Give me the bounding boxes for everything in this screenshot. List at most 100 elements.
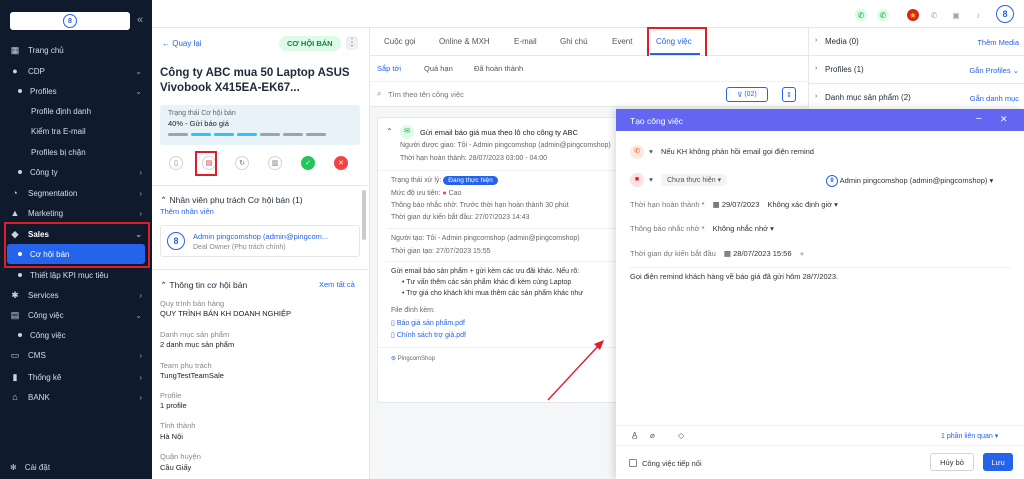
history-icon[interactable]: ↻ bbox=[235, 156, 249, 170]
sidebar-item-home[interactable]: ▦ Trang chủ bbox=[0, 41, 152, 59]
gear-icon: ✻ bbox=[10, 462, 17, 472]
minimize-icon[interactable]: – bbox=[976, 113, 982, 124]
subtab-upcoming[interactable]: Sắp tới bbox=[377, 64, 401, 73]
field-value: Hà Nội bbox=[160, 432, 183, 441]
chevron-right-icon: › bbox=[139, 392, 142, 402]
add-media-link[interactable]: Thêm Media bbox=[977, 38, 1019, 47]
sidebar-item-cdp[interactable]: ● CDP ⌄ bbox=[0, 62, 152, 80]
phone-task-icon[interactable]: ✆ bbox=[630, 145, 644, 159]
owner-name[interactable]: Admin pingcomshop (admin@pingcom... bbox=[193, 232, 328, 241]
sidebar-item-profile-identified[interactable]: Profile định danh bbox=[0, 102, 152, 120]
field-label: Danh mục sản phẩm bbox=[160, 330, 230, 339]
tab-email[interactable]: E-mail bbox=[514, 37, 537, 46]
close-icon[interactable]: ✕ bbox=[1000, 114, 1008, 125]
logo[interactable]: 8 bbox=[10, 12, 130, 30]
more-options-icon[interactable]: ⋮ bbox=[346, 36, 358, 50]
chevron-right-icon: › bbox=[139, 188, 142, 198]
sidebar-item-tasks[interactable]: ▤ Công việc ⌄ bbox=[0, 306, 152, 324]
sidebar-item-marketing[interactable]: ▲ Marketing › bbox=[0, 204, 152, 222]
copy-icon[interactable]: ▯ bbox=[169, 156, 183, 170]
task-search-input[interactable] bbox=[388, 87, 588, 101]
divider bbox=[616, 425, 1024, 426]
view-all-link[interactable]: Xem tất cả bbox=[319, 280, 355, 289]
tag-icon[interactable]: ◇ bbox=[678, 431, 684, 440]
print-icon[interactable]: ▥ bbox=[268, 156, 282, 170]
deadline-date-input[interactable]: 29/07/2023 bbox=[722, 200, 760, 209]
sidebar-item-cms[interactable]: ▭ CMS › bbox=[0, 346, 152, 364]
follow-up-checkbox[interactable] bbox=[629, 459, 637, 467]
deadline-time-select[interactable]: Không xác định giờ ▾ bbox=[768, 200, 838, 209]
sidebar-item-company[interactable]: Công ty › bbox=[0, 163, 152, 181]
save-button[interactable]: Lưu bbox=[983, 453, 1013, 471]
divider bbox=[152, 269, 369, 270]
attach-category-link[interactable]: Gắn danh mục bbox=[970, 94, 1019, 103]
services-icon: ✱ bbox=[11, 289, 19, 300]
add-owner-link[interactable]: Thêm nhân viên bbox=[160, 207, 214, 216]
reminder-row: Thông báo nhắc nhở * Không nhắc nhở ▾ bbox=[630, 224, 774, 233]
sidebar-item-profiles[interactable]: Profiles ⌄ bbox=[0, 82, 152, 100]
bell-icon[interactable]: ♪ bbox=[972, 9, 984, 21]
status-select[interactable]: Chưa thực hiện ▾ bbox=[660, 173, 728, 186]
related-select[interactable]: 1 phần liên quan ▾ bbox=[941, 432, 998, 440]
task-content-editor[interactable]: Gọi điện remind khách hàng về báo giá đã… bbox=[630, 272, 838, 281]
sort-icon[interactable]: ⇕ bbox=[782, 87, 796, 102]
sidebar-item-blocked-profiles[interactable]: Profiles bị chặn bbox=[0, 143, 152, 161]
lose-icon[interactable]: ✕ bbox=[334, 156, 348, 170]
attachment-file[interactable]: ▯ Báo giá sản phẩm.pdf bbox=[391, 319, 465, 327]
sidebar-item-check-email[interactable]: Kiểm tra E-mail bbox=[0, 122, 152, 140]
task-title[interactable]: Gửi email báo giá mua theo lô cho công t… bbox=[420, 128, 578, 137]
info-section-header[interactable]: ⌃ Thông tin cơ hội bán bbox=[160, 280, 247, 291]
chat-icon[interactable]: ▣ bbox=[950, 9, 962, 21]
text-format-icon[interactable]: A̲ bbox=[632, 431, 637, 440]
chevron-down-icon[interactable]: ▾ bbox=[649, 175, 653, 184]
status-value: 40% - Gửi báo giá bbox=[168, 119, 229, 128]
user-avatar[interactable]: 8 bbox=[996, 5, 1014, 23]
flag-vietnam-icon[interactable]: ★ bbox=[907, 9, 919, 21]
product-category-row[interactable]: › Danh mục sản phẩm (2) Gắn danh mục bbox=[809, 84, 1024, 112]
bullet-icon bbox=[18, 273, 22, 277]
media-row[interactable]: › Media (0) Thêm Media bbox=[809, 28, 1024, 56]
profiles-row[interactable]: › Profiles (1) Gắn Profiles ⌄ bbox=[809, 56, 1024, 84]
call-incoming-icon[interactable]: ✆ bbox=[855, 9, 867, 21]
clear-icon[interactable]: ● bbox=[800, 249, 805, 258]
start-time-input[interactable]: 28/07/2023 15:56 bbox=[733, 249, 791, 258]
detail-scrollbar[interactable] bbox=[362, 190, 366, 240]
stage-segment bbox=[283, 133, 303, 136]
attachment-file[interactable]: ▯ Chính sách trợ giá.pdf bbox=[391, 331, 466, 339]
back-link[interactable]: ← Quay lại bbox=[162, 39, 202, 48]
subtab-overdue[interactable]: Quá hạn bbox=[424, 64, 453, 73]
stage-progress-bar bbox=[168, 133, 352, 136]
attach-icon[interactable]: ⌀ bbox=[650, 431, 655, 440]
win-icon[interactable]: ✓ bbox=[301, 156, 315, 170]
sidebar-item-statistics[interactable]: ▮ Thống kê › bbox=[0, 368, 152, 386]
call-outgoing-icon[interactable]: ✆ bbox=[877, 9, 889, 21]
attach-profiles-link[interactable]: Gắn Profiles ⌄ bbox=[969, 66, 1019, 75]
search-icon: ⌕ bbox=[377, 89, 382, 98]
settings-item[interactable]: ✻ Cài đặt bbox=[0, 458, 152, 476]
sidebar-item-kpi[interactable]: Thiết lập KPI mục tiêu bbox=[0, 266, 152, 284]
phone-icon[interactable]: ✆ bbox=[928, 9, 940, 21]
assignee-select[interactable]: 8 Admin pingcomshop (admin@pingcomshop) … bbox=[826, 175, 993, 187]
create-task-modal: Tạo công việc – ✕ ✆ ▾ Nếu KH không phản … bbox=[616, 109, 1024, 479]
tab-online-social[interactable]: Online & MXH bbox=[439, 37, 490, 46]
collapse-icon[interactable]: ⌃ bbox=[386, 127, 393, 136]
priority-flag-icon[interactable]: ■ bbox=[630, 173, 644, 187]
status-badge: Đang thực hiện bbox=[443, 176, 498, 185]
reminder-select[interactable]: Không nhắc nhở ▾ bbox=[713, 224, 774, 233]
tab-calls[interactable]: Cuộc gọi bbox=[384, 37, 416, 46]
filter-button[interactable]: ⊽ (02) bbox=[726, 87, 768, 102]
owners-section-header[interactable]: ⌃ Nhân viên phụ trách Cơ hội bán (1) bbox=[160, 195, 303, 206]
sidebar-item-services[interactable]: ✱ Services › bbox=[0, 286, 152, 304]
task-name-input[interactable]: Nếu KH không phản hồi email gọi điện rem… bbox=[661, 147, 814, 156]
sidebar-item-tasks-sub[interactable]: Công việc bbox=[0, 326, 152, 344]
divider bbox=[386, 228, 620, 229]
sidebar-item-bank[interactable]: ⌂ BANK › bbox=[0, 388, 152, 406]
opportunity-detail-panel: ← Quay lại CƠ HỘI BÁN ⋮ Công ty ABC mua … bbox=[152, 28, 370, 479]
tab-notes[interactable]: Ghi chú bbox=[560, 37, 588, 46]
cancel-button[interactable]: Hủy bỏ bbox=[930, 453, 974, 471]
subtab-completed[interactable]: Đã hoàn thành bbox=[474, 64, 523, 73]
tab-event[interactable]: Event bbox=[612, 37, 632, 46]
sidebar-item-segmentation[interactable]: ◔ Segmentation › bbox=[0, 184, 152, 202]
chevron-down-icon[interactable]: ▾ bbox=[649, 147, 653, 156]
collapse-sidebar-icon[interactable]: « bbox=[137, 14, 143, 26]
